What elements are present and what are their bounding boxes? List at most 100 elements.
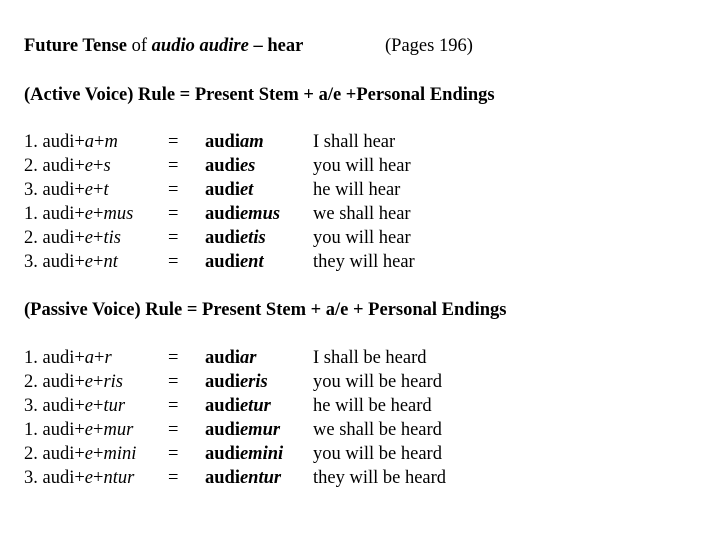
formula-vowel: e [84, 228, 94, 248]
form-suffix: emur [239, 420, 281, 440]
form-suffix: entur [239, 468, 282, 488]
equals-sign: = [168, 372, 179, 392]
form-stem: audi [205, 252, 240, 272]
equals-sign: = [168, 132, 179, 152]
form-suffix: emus [239, 204, 281, 224]
formula-ending: tis [103, 228, 121, 248]
conjugated-form: audientur [205, 466, 281, 490]
conjugated-form: audieris [205, 370, 268, 394]
conjugated-form: audiemus [205, 202, 280, 226]
formula-vowel: e [84, 252, 94, 272]
formula-stem: 2. audi+ [24, 372, 85, 392]
translation: you will hear [313, 228, 411, 248]
conjugated-form: audient [205, 250, 264, 274]
translation: he will be heard [313, 396, 432, 416]
formula: 3. audi+e+t [24, 180, 109, 200]
conjugated-form: audiemini [205, 442, 283, 466]
translation: I shall hear [313, 132, 396, 152]
title-tense: Future Tense [24, 36, 127, 56]
formula: 3. audi+e+tur [24, 396, 126, 416]
equals-sign: = [168, 396, 179, 416]
equals-sign: = [168, 468, 179, 488]
translation: we shall hear [313, 204, 411, 224]
form-suffix: am [239, 132, 264, 152]
formula-ending: r [104, 348, 112, 368]
translation: you will be heard [313, 372, 442, 392]
form-suffix: etis [239, 228, 266, 248]
translation: you will be heard [313, 444, 442, 464]
equals-sign: = [168, 348, 179, 368]
formula-vowel: e [84, 156, 94, 176]
page-reference: (Pages 196) [385, 36, 473, 56]
equals-sign: = [168, 420, 179, 440]
formula-vowel: e [84, 204, 94, 224]
formula-vowel: e [84, 420, 94, 440]
formula: 2. audi+e+ris [24, 372, 123, 392]
form-stem: audi [205, 372, 240, 392]
translation: they will hear [313, 252, 415, 272]
form-suffix: emini [239, 444, 284, 464]
formula-stem: 2. audi+ [24, 228, 85, 248]
formula: 1. audi+a+m [24, 132, 118, 152]
formula-stem: 1. audi+ [24, 204, 85, 224]
equals-sign: = [168, 180, 179, 200]
equals-sign: = [168, 228, 179, 248]
title-of: of [126, 36, 152, 56]
equals-sign: = [168, 204, 179, 224]
equals-sign: = [168, 252, 179, 272]
form-stem: audi [205, 444, 240, 464]
equals-sign: = [168, 156, 179, 176]
formula-vowel: e [84, 396, 94, 416]
form-suffix: et [239, 180, 254, 200]
formula-stem: 2. audi+ [24, 444, 85, 464]
formula-stem: 1. audi+ [24, 420, 85, 440]
formula-vowel: e [84, 372, 94, 392]
form-stem: audi [205, 204, 240, 224]
conjugated-form: audies [205, 154, 255, 178]
formula-vowel: e [84, 468, 94, 488]
formula: 3. audi+e+ntur [24, 468, 135, 488]
formula-ending: ris [103, 372, 123, 392]
conjugated-form: audiam [205, 130, 264, 154]
formula: 1. audi+a+r [24, 348, 112, 368]
formula: 2. audi+e+tis [24, 228, 121, 248]
formula-stem: 3. audi+ [24, 180, 85, 200]
formula: 2. audi+e+s [24, 156, 111, 176]
formula-ending: mur [103, 420, 134, 440]
formula-ending: tur [103, 396, 126, 416]
form-stem: audi [205, 132, 240, 152]
formula-ending: t [103, 180, 109, 200]
conjugated-form: audietis [205, 226, 266, 250]
page-title: Future Tense of audio audire – hear [24, 35, 303, 57]
conjugated-form: audiar [205, 346, 256, 370]
formula-vowel: a [84, 348, 95, 368]
formula-vowel: e [84, 180, 94, 200]
formula-vowel: a [84, 132, 95, 152]
form-stem: audi [205, 468, 240, 488]
form-stem: audi [205, 348, 240, 368]
form-stem: audi [205, 396, 240, 416]
form-suffix: ent [239, 252, 264, 272]
formula-stem: 1. audi+ [24, 132, 85, 152]
translation: I shall be heard [313, 348, 427, 368]
form-stem: audi [205, 156, 240, 176]
formula-ending: ntur [103, 468, 135, 488]
translation: they will be heard [313, 468, 447, 488]
form-stem: audi [205, 180, 240, 200]
conjugated-form: audiet [205, 178, 253, 202]
equals-sign: = [168, 444, 179, 464]
formula-ending: mus [103, 204, 134, 224]
translation: you will hear [313, 156, 411, 176]
form-suffix: ar [239, 348, 257, 368]
form-suffix: etur [239, 396, 271, 416]
formula-stem: 3. audi+ [24, 468, 85, 488]
formula-vowel: e [84, 444, 94, 464]
conjugated-form: audietur [205, 394, 271, 418]
title-meaning: – hear [248, 36, 304, 56]
formula-stem: 1. audi+ [24, 348, 85, 368]
form-stem: audi [205, 228, 240, 248]
form-suffix: eris [239, 372, 268, 392]
formula: 1. audi+e+mus [24, 204, 134, 224]
passive-rule: (Passive Voice) Rule = Present Stem + a/… [24, 300, 507, 320]
translation: he will hear [313, 180, 401, 200]
